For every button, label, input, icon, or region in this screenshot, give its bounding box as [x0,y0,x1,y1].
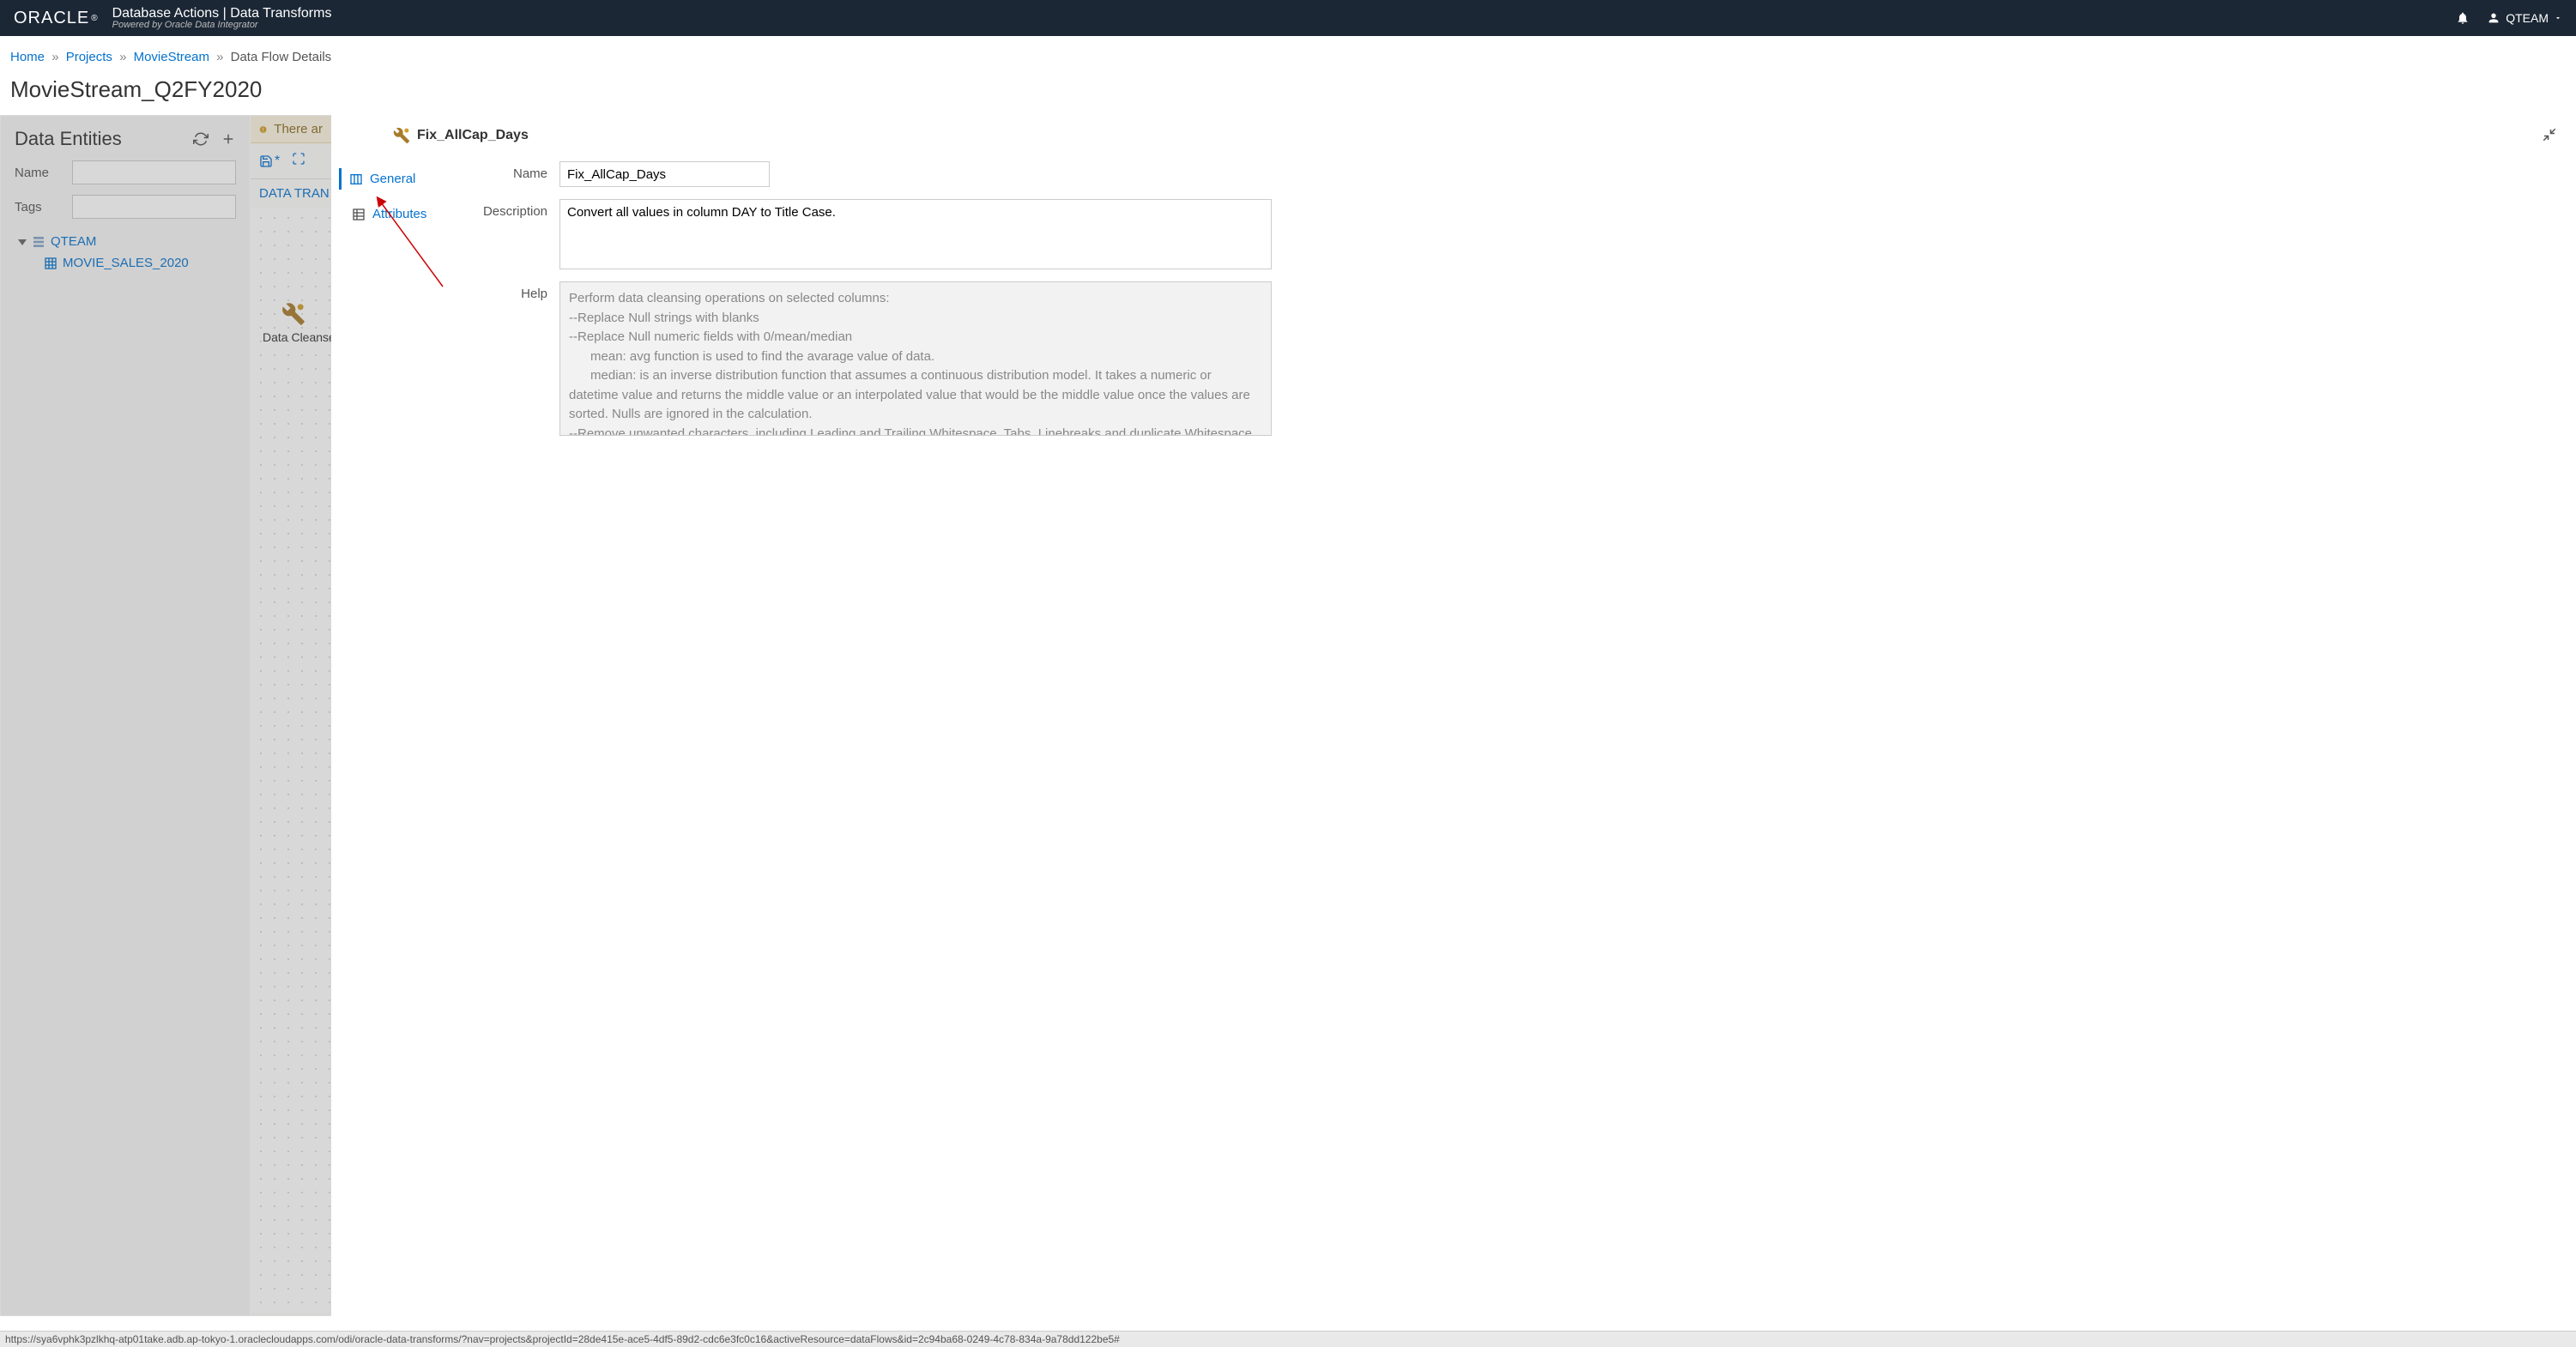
table-icon [44,257,57,270]
app-header: ORACLE® Database Actions | Data Transfor… [0,0,2576,36]
design-canvas[interactable]: Data Cleanse [251,208,331,1313]
schema-icon [32,235,45,249]
collapse-icon[interactable] [2542,127,2557,142]
app-subtitle: Powered by Oracle Data Integrator [112,20,332,30]
fullscreen-button[interactable] [292,152,305,170]
user-icon [2487,11,2500,25]
description-field-row: Description [470,199,2557,269]
attributes-tab-icon [352,208,366,221]
panel-header: Data Entities [1,116,250,155]
data-cleanse-icon [281,302,305,326]
help-field-label: Help [470,281,547,436]
refresh-icon[interactable] [193,131,209,147]
properties-title-row: Fix_AllCap_Days [393,127,2557,144]
tree-table-label: MOVIE_SALES_2020 [63,256,189,270]
help-text-box[interactable]: Perform data cleansing operations on sel… [559,281,1272,436]
component-label: Data Cleanse [263,330,324,344]
expand-icon [292,152,305,166]
breadcrumb-sep: » [119,50,126,64]
canvas-tab[interactable]: DATA TRAN [251,179,331,208]
breadcrumb-sep: » [216,50,223,64]
save-button[interactable]: * [259,154,280,169]
unsaved-indicator: * [275,154,280,169]
tree-schema-node[interactable]: QTEAM [9,231,241,252]
header-right: QTEAM [2456,11,2562,25]
help-field-row: Help Perform data cleansing operations o… [470,281,2557,436]
description-field-label: Description [470,199,547,269]
description-field-input[interactable] [559,199,1272,269]
breadcrumb-sep: » [51,50,58,64]
tab-general[interactable]: General [339,168,453,190]
registered-mark: ® [91,14,98,23]
save-icon [259,154,273,168]
properties-tabs: General Attributes [342,127,453,1304]
name-field-input[interactable] [559,161,770,187]
name-field-label: Name [470,161,547,187]
breadcrumb-current: Data Flow Details [231,50,332,64]
user-menu[interactable]: QTEAM [2487,11,2562,25]
tab-attributes[interactable]: Attributes [342,203,453,225]
page-title: MovieStream_Q2FY2020 [0,69,2576,115]
app-title-block: Database Actions | Data Transforms Power… [112,6,332,30]
tags-filter-label: Tags [15,200,63,214]
tab-general-label: General [370,172,415,186]
main-content: Data Entities Name Tags QTEAM MOVIE_SALE… [0,115,2576,1316]
properties-title: Fix_AllCap_Days [417,128,529,143]
component-data-cleanse[interactable]: Data Cleanse [263,302,324,344]
general-tab-icon [349,172,363,186]
modal-dim-overlay [1,116,250,1315]
panel-actions [193,131,236,147]
oracle-logo: ORACLE® [14,9,99,28]
tree-table-node[interactable]: MOVIE_SALES_2020 [9,252,241,274]
canvas-toolbar: * [251,143,331,179]
user-name: QTEAM [2506,11,2549,25]
chevron-down-icon [2554,14,2562,22]
name-filter-row: Name [1,155,250,190]
entity-tree: QTEAM MOVIE_SALES_2020 [1,224,250,281]
name-filter-input[interactable] [72,160,236,184]
header-left: ORACLE® Database Actions | Data Transfor… [14,6,331,30]
notifications-icon[interactable] [2456,11,2470,25]
logo-text: ORACLE [14,9,89,28]
breadcrumb: Home » Projects » MovieStream » Data Flo… [0,36,2576,69]
canvas-panel: There ar * DATA TRAN Data Cleanse [251,115,331,1316]
properties-body: Fix_AllCap_Days Name Description Help Pe… [453,127,2557,1304]
add-icon[interactable] [221,131,236,147]
breadcrumb-projects[interactable]: Projects [66,50,112,64]
panel-title: Data Entities [15,128,122,150]
expand-triangle-icon [18,238,27,246]
tab-attributes-label: Attributes [372,207,426,221]
name-filter-label: Name [15,166,63,180]
status-bar: https://sya6vphk3pzlkhq-atp01take.adb.ap… [0,1331,2576,1347]
breadcrumb-project-name[interactable]: MovieStream [134,50,209,64]
warning-bar: There ar [251,116,331,143]
warning-icon [259,123,267,136]
warning-text: There ar [274,122,323,136]
data-entities-panel: Data Entities Name Tags QTEAM MOVIE_SALE… [0,115,251,1316]
tags-filter-input[interactable] [72,195,236,219]
breadcrumb-home[interactable]: Home [10,50,45,64]
tree-schema-label: QTEAM [51,234,96,249]
properties-panel: General Attributes Fix_AllCap_Days Name … [331,115,2576,1316]
name-field-row: Name [470,161,2557,187]
canvas-grid [251,208,331,1313]
tags-filter-row: Tags [1,190,250,224]
cleanse-title-icon [393,127,410,144]
